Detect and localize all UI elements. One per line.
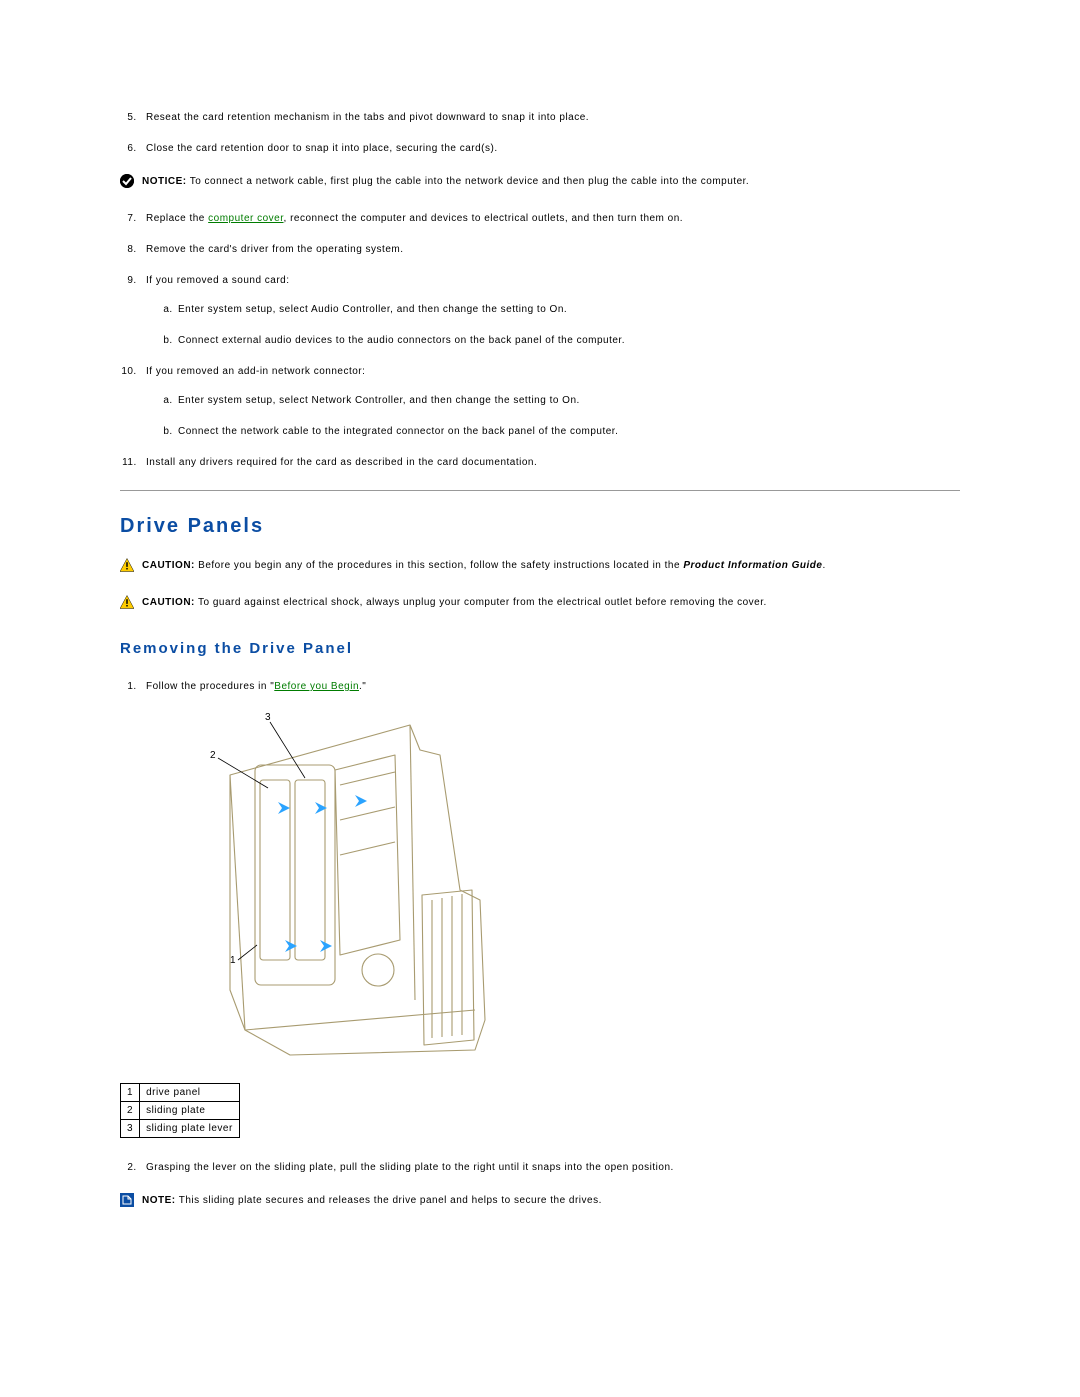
step-r1: Follow the procedures in "Before you Beg… — [140, 679, 960, 694]
part-name-3: sliding plate lever — [140, 1120, 240, 1138]
part-num-2: 2 — [121, 1102, 140, 1120]
step-10b: Connect the network cable to the integra… — [176, 424, 960, 439]
part-name-2: sliding plate — [140, 1102, 240, 1120]
step-9a: Enter system setup, select Audio Control… — [176, 302, 960, 317]
parts-legend-table: 1 drive panel 2 sliding plate 3 sliding … — [120, 1083, 240, 1138]
step-9-text: If you removed a sound card: — [146, 275, 290, 286]
step-10: If you removed an add-in network connect… — [140, 364, 960, 439]
note-icon — [120, 1193, 134, 1207]
step-5: Reseat the card retention mechanism in t… — [140, 110, 960, 125]
notice-label: NOTICE: — [142, 176, 187, 187]
caution-text-1: CAUTION: Before you begin any of the pro… — [142, 558, 826, 573]
document-page: Reseat the card retention mechanism in t… — [0, 0, 1080, 1397]
step-8: Remove the card's driver from the operat… — [140, 242, 960, 257]
step-10-text: If you removed an add-in network connect… — [146, 366, 365, 377]
caution-icon — [120, 595, 134, 609]
drive-panel-diagram: 2 3 1 — [160, 710, 490, 1065]
step-r2: Grasping the lever on the sliding plate,… — [140, 1160, 960, 1175]
caution-electrical-shock: CAUTION: To guard against electrical sho… — [120, 595, 960, 610]
before-you-begin-link[interactable]: Before you Begin — [274, 681, 359, 692]
caution-post-1: . — [822, 560, 825, 571]
step-7: Replace the computer cover, reconnect th… — [140, 211, 960, 226]
step-11: Install any drivers required for the car… — [140, 455, 960, 470]
caution-safety-instructions: CAUTION: Before you begin any of the pro… — [120, 558, 960, 573]
part-name-1: drive panel — [140, 1084, 240, 1102]
steps-list-mid: Replace the computer cover, reconnect th… — [140, 211, 960, 470]
subsection-heading-removing-drive-panel: Removing the Drive Panel — [120, 640, 960, 657]
notice-body: To connect a network cable, first plug t… — [187, 176, 750, 187]
step-r1-pre: Follow the procedures in " — [146, 681, 274, 692]
step-9: If you removed a sound card: Enter syste… — [140, 273, 960, 348]
steps-list-top: Reseat the card retention mechanism in t… — [140, 110, 960, 156]
caution-italic-1: Product Information Guide — [683, 560, 822, 571]
callout-2: 2 — [210, 750, 216, 761]
caution-icon — [120, 558, 134, 572]
table-row: 1 drive panel — [121, 1084, 240, 1102]
note-body: This sliding plate secures and releases … — [176, 1195, 602, 1206]
note-label: NOTE: — [142, 1195, 176, 1206]
step-r1-post: ." — [359, 681, 366, 692]
caution-body-2: To guard against electrical shock, alway… — [195, 597, 767, 608]
callout-3: 3 — [265, 712, 271, 723]
caution-body-1: Before you begin any of the procedures i… — [195, 560, 683, 571]
step-9-sublist: Enter system setup, select Audio Control… — [176, 302, 960, 348]
steps-list-remove-panel: Follow the procedures in "Before you Beg… — [140, 679, 960, 694]
caution-label-2: CAUTION: — [142, 597, 195, 608]
section-divider — [120, 490, 960, 491]
notice-icon — [120, 174, 134, 188]
step-6: Close the card retention door to snap it… — [140, 141, 960, 156]
note-text: NOTE: This sliding plate secures and rel… — [142, 1193, 602, 1208]
steps-list-remove-panel-2: Grasping the lever on the sliding plate,… — [140, 1160, 960, 1175]
notice-network-cable: NOTICE: To connect a network cable, firs… — [120, 174, 960, 189]
computer-cover-link[interactable]: computer cover — [208, 213, 283, 224]
step-7-pre: Replace the — [146, 213, 208, 224]
caution-label-1: CAUTION: — [142, 560, 195, 571]
step-9b: Connect external audio devices to the au… — [176, 333, 960, 348]
step-10a: Enter system setup, select Network Contr… — [176, 393, 960, 408]
part-num-3: 3 — [121, 1120, 140, 1138]
note-sliding-plate: NOTE: This sliding plate secures and rel… — [120, 1193, 960, 1208]
callout-1: 1 — [230, 955, 236, 966]
step-10-sublist: Enter system setup, select Network Contr… — [176, 393, 960, 439]
table-row: 3 sliding plate lever — [121, 1120, 240, 1138]
caution-text-2: CAUTION: To guard against electrical sho… — [142, 595, 767, 610]
table-row: 2 sliding plate — [121, 1102, 240, 1120]
part-num-1: 1 — [121, 1084, 140, 1102]
diagram-svg — [160, 710, 490, 1065]
notice-text: NOTICE: To connect a network cable, firs… — [142, 174, 749, 189]
step-7-post: , reconnect the computer and devices to … — [284, 213, 684, 224]
section-heading-drive-panels: Drive Panels — [120, 515, 960, 538]
